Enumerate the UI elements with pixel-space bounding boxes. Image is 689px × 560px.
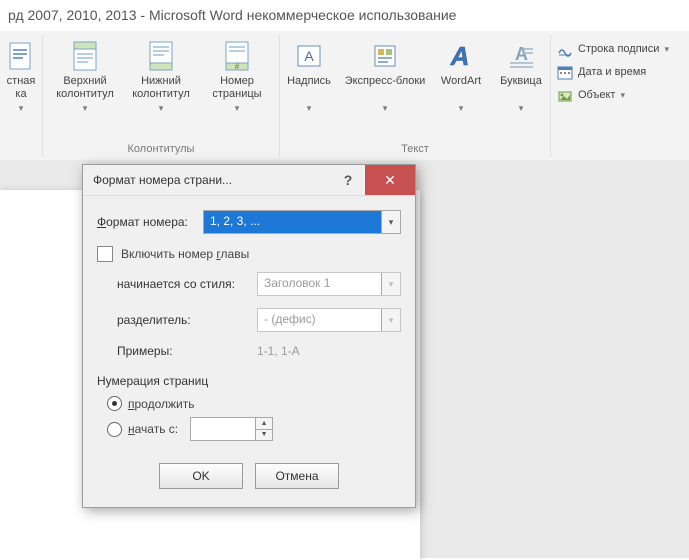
dropcap-icon: A [504, 39, 538, 73]
chevron-down-icon: ▾ [620, 90, 625, 101]
number-format-combo[interactable]: 1, 2, 3, ... ▾ [203, 210, 401, 234]
chevron-down-icon: ▾ [307, 103, 312, 114]
ribbon-label: Экспресс-блоки [345, 75, 426, 103]
svg-text:A: A [450, 41, 470, 71]
close-icon: ✕ [384, 172, 396, 189]
separator-value: - (дефис) [258, 309, 381, 331]
ribbon-label: Нижний колонтитул [132, 75, 190, 103]
continue-radio-label: продолжитьпродолжить [128, 397, 194, 411]
wordart-icon: A [444, 39, 478, 73]
number-format-value: 1, 2, 3, ... [204, 211, 381, 233]
calendar-icon [557, 64, 573, 80]
ribbon-label: Верхний колонтитул [56, 75, 114, 103]
ribbon-label: Надпись [287, 75, 331, 103]
header-button[interactable]: Верхний колонтитул ▾ [47, 35, 123, 114]
page-number-button[interactable]: # Номер страницы ▾ [199, 35, 275, 114]
help-button[interactable]: ? [331, 165, 365, 195]
ribbon-label: Номер страницы [212, 75, 261, 103]
starts-with-style-label: начинается со стиля: [117, 277, 257, 291]
separator-combo: - (дефис) ▾ [257, 308, 401, 332]
separator-label: разделитель: [117, 313, 257, 327]
object-icon [557, 87, 573, 103]
start-at-spinner[interactable]: ▲ ▼ [190, 417, 273, 441]
footer-icon [144, 39, 178, 73]
date-time-button[interactable]: Дата и время [557, 62, 669, 82]
cancel-button[interactable]: Отмена [255, 463, 339, 489]
object-button[interactable]: Объект ▾ [557, 85, 669, 105]
wordart-button[interactable]: A WordArt ▾ [431, 35, 491, 114]
svg-text:#: # [235, 62, 240, 71]
start-at-radio[interactable] [107, 422, 122, 437]
ribbon-label: стная ка [7, 75, 36, 103]
start-at-radio-label: начать с:начать с: [128, 422, 178, 436]
group-label-headers-footers: Колонтитулы [43, 143, 279, 155]
signature-line-button[interactable]: Строка подписи ▾ [557, 39, 669, 59]
chevron-down-icon: ▾ [664, 44, 669, 55]
page-numbering-label: Нумерация страниц [97, 374, 401, 388]
chevron-down-icon: ▾ [83, 103, 88, 114]
quick-parts-button[interactable]: Экспресс-блоки ▾ [339, 35, 431, 114]
ribbon: стная ка ▾ Верхний колонтитул ▾ Нижний к… [0, 31, 689, 162]
examples-value: 1-1, 1-A [257, 344, 300, 358]
include-chapter-label: Включить номер главыВключить номер главы [121, 247, 249, 261]
chevron-down-icon: ▾ [381, 309, 400, 331]
svg-text:A: A [304, 48, 314, 64]
ribbon-button-truncated[interactable]: стная ка ▾ [0, 35, 44, 114]
ribbon-side-column: Строка подписи ▾ Дата и время Объект ▾ [551, 35, 675, 109]
spin-down-button[interactable]: ▼ [256, 429, 272, 441]
starts-with-style-value: Заголовок 1 [258, 273, 381, 295]
textbox-button[interactable]: A Надпись ▾ [279, 35, 339, 114]
chevron-down-icon: ▾ [235, 103, 240, 114]
include-chapter-checkbox[interactable] [97, 246, 113, 262]
dropcap-button[interactable]: A Буквица ▾ [491, 35, 551, 114]
chevron-down-icon: ▾ [383, 103, 388, 114]
ribbon-label: WordArt [441, 75, 481, 103]
chevron-down-icon: ▾ [381, 273, 400, 295]
spin-up-button[interactable]: ▲ [256, 418, 272, 429]
chevron-down-icon: ▾ [459, 103, 464, 114]
page-number-icon: # [220, 39, 254, 73]
dialog-title: Формат номера страни... [83, 173, 331, 187]
chevron-down-icon[interactable]: ▾ [381, 211, 400, 233]
continue-radio[interactable] [107, 396, 122, 411]
ribbon-label: Строка подписи [578, 43, 659, 55]
starts-with-style-combo: Заголовок 1 ▾ [257, 272, 401, 296]
window-title: рд 2007, 2010, 2013 - Microsoft Word нек… [0, 0, 689, 31]
quick-parts-icon [368, 39, 402, 73]
ribbon-label: Объект [578, 89, 615, 101]
group-label-text: Текст [280, 143, 550, 155]
examples-label: Примеры: [117, 344, 257, 358]
ok-button[interactable]: OK [159, 463, 243, 489]
chevron-down-icon: ▾ [519, 103, 524, 114]
footer-button[interactable]: Нижний колонтитул ▾ [123, 35, 199, 114]
textbox-icon: A [292, 39, 326, 73]
close-button[interactable]: ✕ [365, 165, 415, 195]
header-icon [68, 39, 102, 73]
chevron-down-icon: ▾ [159, 103, 164, 114]
ribbon-label: Буквица [500, 75, 542, 103]
signature-icon [557, 41, 573, 57]
start-at-input[interactable] [191, 418, 255, 440]
dialog-titlebar[interactable]: Формат номера страни... ? ✕ [83, 165, 415, 196]
number-format-label: ФФормат номера:ормат номера: [97, 215, 203, 229]
chevron-down-icon: ▾ [19, 103, 24, 114]
ribbon-label: Дата и время [578, 66, 646, 78]
page-icon [4, 39, 38, 73]
page-number-format-dialog: Формат номера страни... ? ✕ ФФормат номе… [82, 164, 416, 508]
